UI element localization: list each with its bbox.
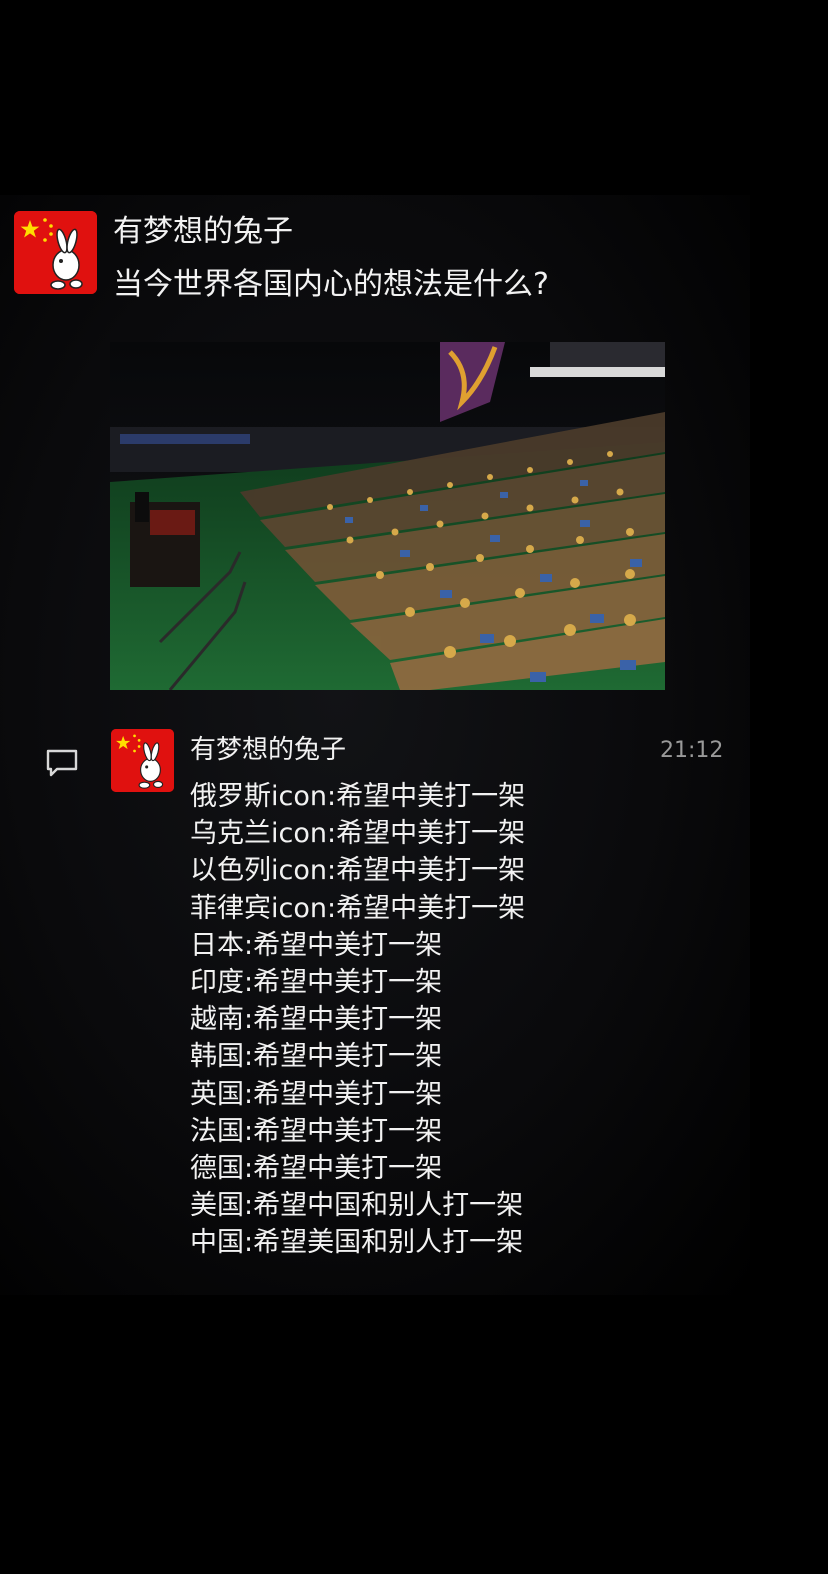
reply-line: 印度:希望中美打一架 (190, 966, 443, 998)
post-text: 当今世界各国内心的想法是什么? (113, 267, 549, 302)
reply-avatar[interactable] (111, 729, 174, 792)
reply-line: 中国:希望美国和别人打一架 (190, 1227, 524, 1259)
reply-line: 俄罗斯icon:希望中美打一架 (190, 781, 526, 812)
post-avatar[interactable] (14, 211, 97, 294)
un-general-assembly-photo-icon (110, 342, 665, 690)
reply-username[interactable]: 有梦想的兔子 (190, 732, 346, 768)
reply-line: 英国:希望中美打一架 (190, 1078, 443, 1110)
reply-line: 韩国:希望中美打一架 (190, 1041, 443, 1073)
reply-line: 以色列icon:希望中美打一架 (190, 855, 526, 887)
post-image[interactable] (110, 342, 665, 690)
rabbit-flag-avatar-icon (111, 729, 174, 792)
reply-timestamp: 21:12 (660, 738, 724, 763)
comment-bubble-icon[interactable] (45, 748, 79, 778)
reply-line: 美国:希望中国和别人打一架 (190, 1190, 524, 1222)
reply-line: 日本:希望中美打一架 (190, 929, 443, 961)
reply-line: 越南:希望中美打一架 (190, 1004, 443, 1036)
reply-text: 俄罗斯icon:希望中美打一架 乌克兰icon:希望中美打一架 以色列icon:… (190, 778, 525, 1261)
post-username[interactable]: 有梦想的兔子 (113, 212, 293, 252)
rabbit-flag-avatar-icon (14, 211, 97, 294)
reply-line: 菲律宾icon:希望中美打一架 (190, 892, 526, 924)
reply-line: 乌克兰icon:希望中美打一架 (190, 818, 526, 850)
reply-line: 法国:希望中美打一架 (190, 1115, 443, 1147)
reply-line: 德国:希望中美打一架 (190, 1152, 443, 1184)
